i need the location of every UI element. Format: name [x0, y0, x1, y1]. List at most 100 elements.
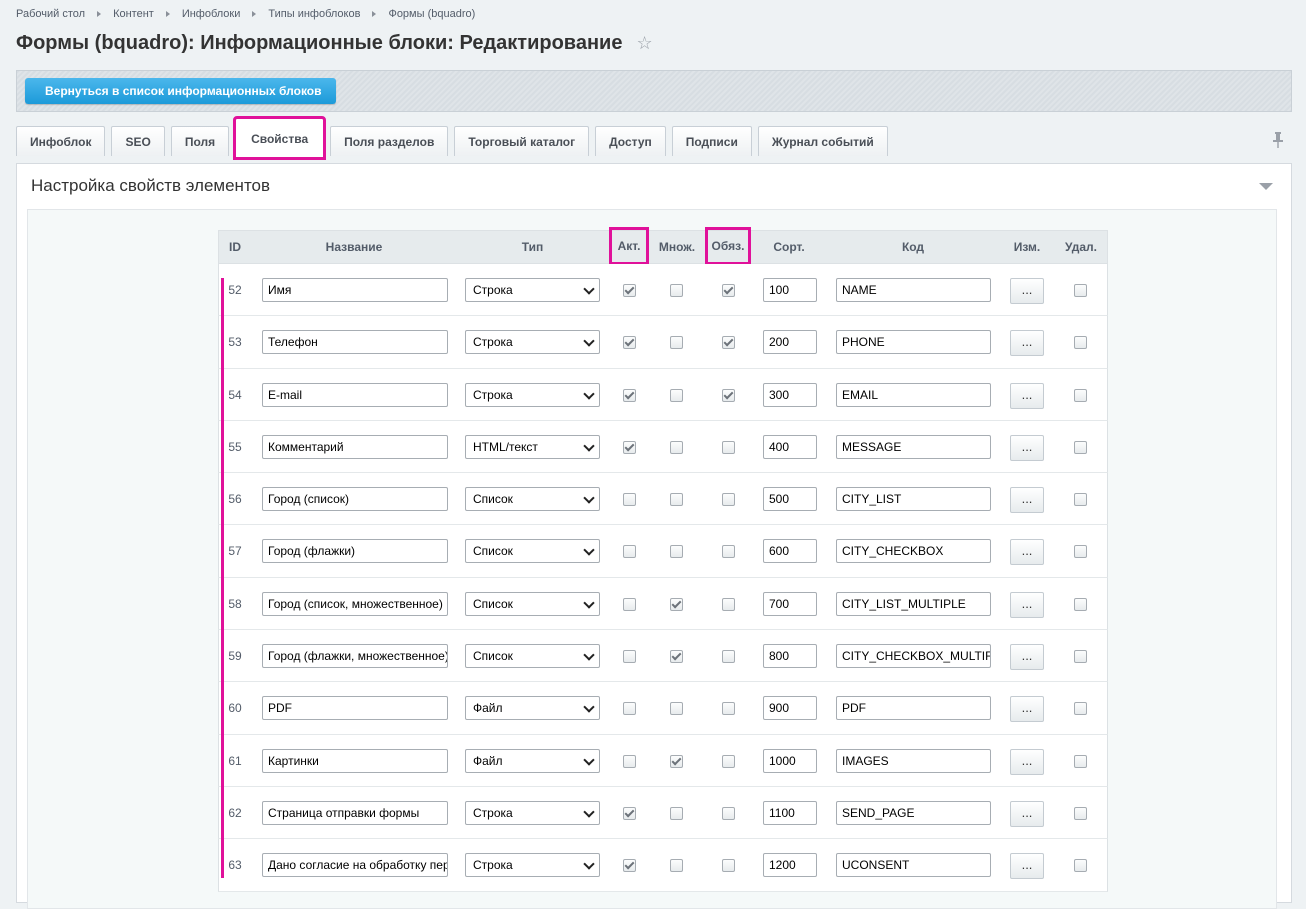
- sort-input[interactable]: 900: [763, 696, 817, 721]
- active-checkbox[interactable]: [623, 650, 636, 664]
- edit-button[interactable]: ...: [1010, 539, 1044, 566]
- required-checkbox[interactable]: [722, 545, 735, 559]
- multiple-checkbox[interactable]: [670, 493, 683, 507]
- edit-button[interactable]: ...: [1010, 853, 1044, 880]
- property-type-select[interactable]: Список: [465, 487, 600, 512]
- property-type-select[interactable]: Строка: [465, 853, 600, 878]
- required-checkbox[interactable]: [722, 702, 735, 716]
- required-checkbox[interactable]: [722, 388, 735, 402]
- sort-input[interactable]: 700: [763, 591, 817, 616]
- delete-checkbox[interactable]: [1074, 388, 1087, 402]
- sort-input[interactable]: 1200: [763, 853, 817, 878]
- property-name-input[interactable]: Телефон: [262, 330, 448, 355]
- delete-checkbox[interactable]: [1074, 493, 1087, 507]
- multiple-checkbox[interactable]: [670, 806, 683, 820]
- collapse-icon[interactable]: [1259, 183, 1273, 190]
- delete-checkbox[interactable]: [1074, 336, 1087, 350]
- code-input[interactable]: PDF: [836, 696, 991, 721]
- active-checkbox[interactable]: [623, 754, 636, 768]
- edit-button[interactable]: ...: [1010, 696, 1044, 723]
- tab-5[interactable]: Торговый каталог: [454, 126, 590, 156]
- property-type-select[interactable]: Список: [465, 591, 600, 616]
- pin-icon[interactable]: [1272, 132, 1284, 148]
- delete-checkbox[interactable]: [1074, 545, 1087, 559]
- required-checkbox[interactable]: [722, 806, 735, 820]
- property-type-select[interactable]: Файл: [465, 748, 600, 773]
- active-checkbox[interactable]: [623, 336, 636, 350]
- tab-3[interactable]: Свойства: [233, 116, 327, 160]
- delete-checkbox[interactable]: [1074, 754, 1087, 768]
- property-name-input[interactable]: Имя: [262, 278, 448, 302]
- property-type-select[interactable]: Строка: [465, 278, 600, 302]
- property-name-input[interactable]: Город (список, множественное): [262, 591, 448, 616]
- sort-input[interactable]: 400: [763, 434, 817, 459]
- edit-button[interactable]: ...: [1010, 644, 1044, 671]
- delete-checkbox[interactable]: [1074, 806, 1087, 820]
- edit-button[interactable]: ...: [1010, 278, 1044, 304]
- tab-6[interactable]: Доступ: [595, 126, 666, 156]
- active-checkbox[interactable]: [623, 597, 636, 611]
- multiple-checkbox[interactable]: [670, 388, 683, 402]
- edit-button[interactable]: ...: [1010, 434, 1044, 461]
- sort-input[interactable]: 200: [763, 330, 817, 355]
- property-type-select[interactable]: Список: [465, 644, 600, 669]
- active-checkbox[interactable]: [623, 806, 636, 820]
- delete-checkbox[interactable]: [1074, 284, 1087, 297]
- active-checkbox[interactable]: [623, 284, 636, 297]
- edit-button[interactable]: ...: [1010, 330, 1044, 357]
- multiple-checkbox[interactable]: [670, 440, 683, 454]
- multiple-checkbox[interactable]: [670, 597, 683, 611]
- required-checkbox[interactable]: [722, 284, 735, 297]
- tab-7[interactable]: Подписи: [671, 126, 752, 156]
- multiple-checkbox[interactable]: [670, 650, 683, 664]
- code-input[interactable]: SEND_PAGE: [836, 800, 991, 825]
- required-checkbox[interactable]: [722, 754, 735, 768]
- code-input[interactable]: UCONSENT: [836, 853, 991, 878]
- sort-input[interactable]: 800: [763, 644, 817, 669]
- active-checkbox[interactable]: [623, 702, 636, 716]
- tab-4[interactable]: Поля разделов: [330, 126, 449, 156]
- breadcrumb-item[interactable]: Формы (bquadro): [388, 8, 475, 20]
- edit-button[interactable]: ...: [1010, 382, 1044, 409]
- active-checkbox[interactable]: [623, 545, 636, 559]
- active-checkbox[interactable]: [623, 493, 636, 507]
- edit-button[interactable]: ...: [1010, 487, 1044, 514]
- code-input[interactable]: CITY_LIST_MULTIPLE: [836, 591, 991, 616]
- required-checkbox[interactable]: [722, 493, 735, 507]
- breadcrumb-item[interactable]: Контент: [113, 8, 154, 20]
- property-name-input[interactable]: E-mail: [262, 382, 448, 407]
- breadcrumb-item[interactable]: Типы инфоблоков: [268, 8, 360, 20]
- code-input[interactable]: MESSAGE: [836, 434, 991, 459]
- required-checkbox[interactable]: [722, 650, 735, 664]
- property-name-input[interactable]: Дано согласие на обработку пер: [262, 853, 448, 878]
- breadcrumb-item[interactable]: Инфоблоки: [182, 8, 241, 20]
- property-name-input[interactable]: Город (список): [262, 487, 448, 512]
- tab-0[interactable]: Инфоблок: [16, 126, 106, 156]
- property-type-select[interactable]: Список: [465, 539, 600, 564]
- star-icon[interactable]: ☆: [636, 33, 652, 54]
- property-name-input[interactable]: Комментарий: [262, 434, 448, 459]
- sort-input[interactable]: 500: [763, 487, 817, 512]
- required-checkbox[interactable]: [722, 440, 735, 454]
- sort-input[interactable]: 300: [763, 382, 817, 407]
- sort-input[interactable]: 100: [763, 278, 817, 302]
- active-checkbox[interactable]: [623, 440, 636, 454]
- delete-checkbox[interactable]: [1074, 859, 1087, 873]
- code-input[interactable]: CITY_CHECKBOX_MULTIF: [836, 644, 991, 669]
- multiple-checkbox[interactable]: [670, 545, 683, 559]
- multiple-checkbox[interactable]: [670, 859, 683, 873]
- delete-checkbox[interactable]: [1074, 702, 1087, 716]
- required-checkbox[interactable]: [722, 859, 735, 873]
- property-name-input[interactable]: PDF: [262, 696, 448, 721]
- sort-input[interactable]: 1100: [763, 800, 817, 825]
- property-name-input[interactable]: Город (флажки): [262, 539, 448, 564]
- edit-button[interactable]: ...: [1010, 748, 1044, 775]
- delete-checkbox[interactable]: [1074, 597, 1087, 611]
- property-type-select[interactable]: Строка: [465, 330, 600, 355]
- code-input[interactable]: CITY_CHECKBOX: [836, 539, 991, 564]
- property-name-input[interactable]: Картинки: [262, 748, 448, 773]
- property-type-select[interactable]: Файл: [465, 696, 600, 721]
- breadcrumb-item[interactable]: Рабочий стол: [16, 8, 85, 20]
- edit-button[interactable]: ...: [1010, 800, 1044, 827]
- property-type-select[interactable]: Строка: [465, 382, 600, 407]
